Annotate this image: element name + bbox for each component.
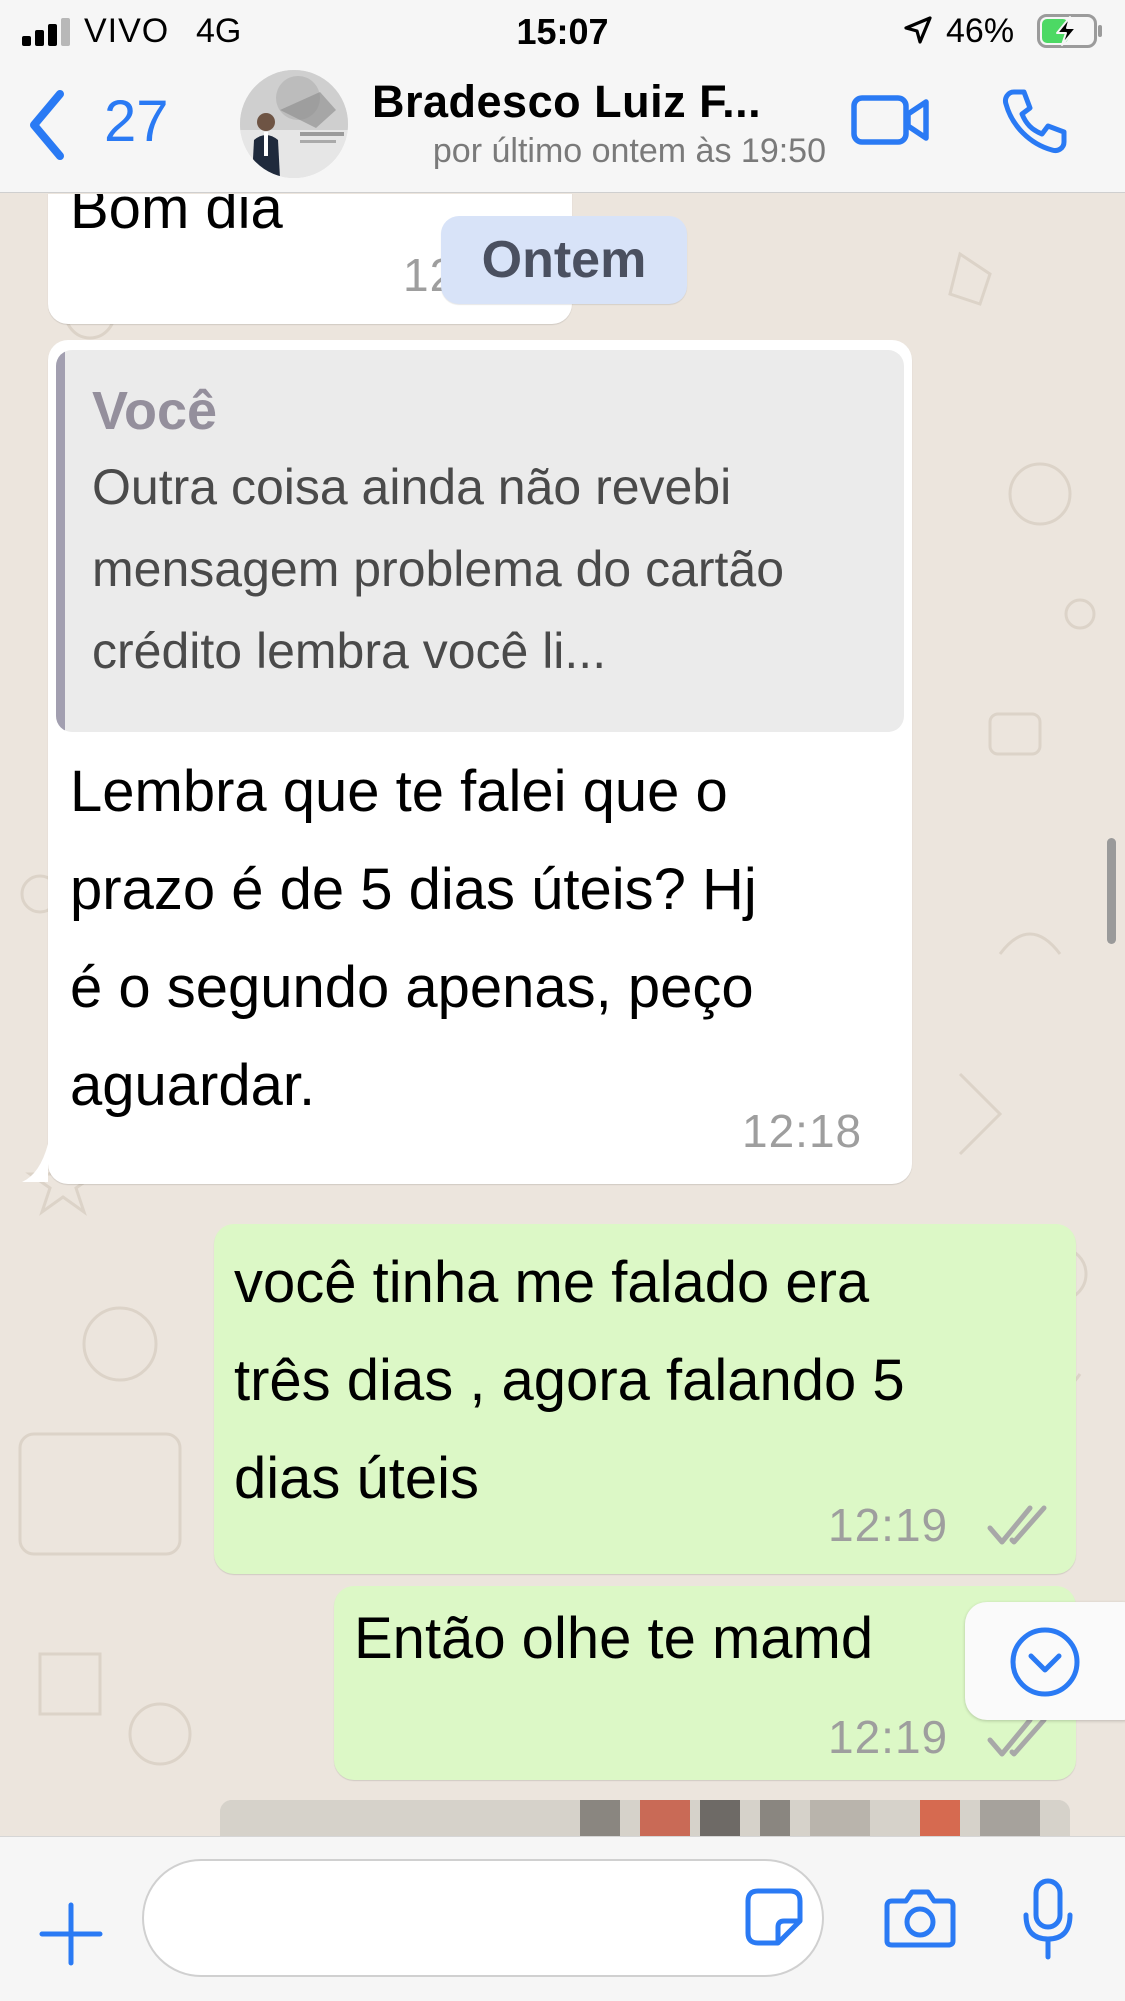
- message-text: Bom dia: [70, 194, 283, 241]
- back-button[interactable]: 27: [20, 82, 190, 168]
- phone-icon: [1003, 89, 1067, 153]
- video-call-button[interactable]: [850, 90, 932, 150]
- message-time: 12:19: [828, 1711, 949, 1763]
- avatar[interactable]: [240, 70, 348, 178]
- chat-area[interactable]: Bom dia 12 Ontem Você Outra coisa ainda …: [0, 194, 1125, 1836]
- last-seen-status: por último ontem às 19:50: [432, 132, 826, 170]
- chevron-down-circle-icon: [1010, 1627, 1080, 1697]
- video-camera-icon: [851, 95, 929, 145]
- read-receipt-icon: [987, 1717, 1047, 1757]
- battery-percent: 46%: [946, 12, 1015, 50]
- message-time: 12:18: [742, 1105, 863, 1157]
- sticker-icon[interactable]: [744, 1887, 804, 1947]
- message-time: 12:19: [828, 1499, 949, 1551]
- message-line: prazo é de 5 dias úteis? Hj: [70, 857, 757, 922]
- contact-photo: [240, 70, 348, 178]
- message-line: Lembra que te falei que o: [70, 759, 728, 824]
- scroll-to-bottom-button[interactable]: [965, 1602, 1125, 1720]
- scrollbar[interactable]: [1107, 838, 1116, 944]
- unread-count: 27: [104, 89, 169, 154]
- quoted-message[interactable]: Você Outra coisa ainda não revebi mensag…: [56, 350, 904, 732]
- message-text: você tinha me falado era três dias , ago…: [234, 1234, 905, 1528]
- quoted-text: Outra coisa ainda não revebi mensagem pr…: [92, 459, 785, 679]
- message-line: dias úteis: [234, 1446, 480, 1511]
- message-text: Lembra que te falei que o prazo é de 5 d…: [70, 743, 757, 1135]
- image-message[interactable]: [220, 1800, 1070, 1836]
- read-receipt-icon: [987, 1505, 1047, 1545]
- message-line: três dias , agora falando 5: [234, 1348, 905, 1413]
- chat-header: 27 Bradesco Luiz F... por último ontem à…: [0, 62, 1125, 193]
- microphone-icon[interactable]: [1020, 1877, 1076, 1963]
- camera-icon[interactable]: [884, 1887, 956, 1949]
- bubble-tail: [22, 1144, 48, 1182]
- location-arrow-icon: [904, 16, 932, 44]
- message-line: é o segundo apenas, peço: [70, 955, 754, 1020]
- status-bar: VIVO 4G 15:07 46%: [0, 0, 1125, 62]
- chevron-left-icon: [30, 90, 64, 160]
- quote-bar: [56, 350, 65, 732]
- voice-call-button[interactable]: [1000, 86, 1070, 156]
- message-text: Então olhe te mamd: [354, 1606, 874, 1671]
- quoted-author: Você: [92, 381, 218, 441]
- message-line: aguardar.: [70, 1053, 316, 1118]
- contact-name[interactable]: Bradesco Luiz F...: [372, 76, 761, 128]
- message-input-bar: [0, 1836, 1125, 2001]
- message-line: você tinha me falado era: [234, 1250, 870, 1315]
- plus-icon[interactable]: [38, 1901, 104, 1967]
- message-input[interactable]: [142, 1859, 824, 1977]
- image-thumbnail: [220, 1800, 1070, 1836]
- battery-charging-icon: [1037, 14, 1102, 48]
- date-separator: Ontem: [441, 216, 687, 304]
